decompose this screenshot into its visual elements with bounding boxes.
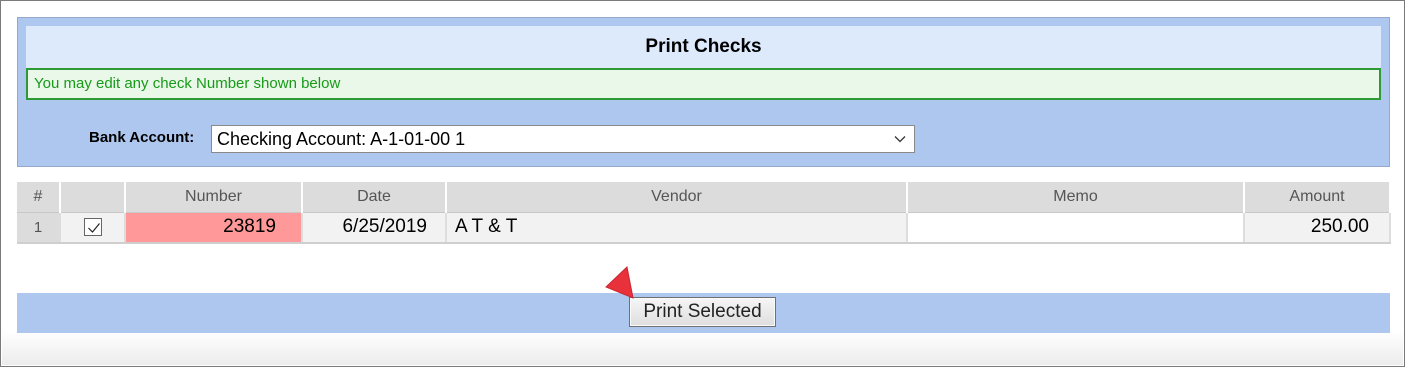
check-amount: 250.00 <box>1244 212 1391 244</box>
bank-account-value: Checking Account: A-1-01-00 1 <box>217 129 466 149</box>
bank-account-label: Bank Account: <box>89 129 195 146</box>
check-icon <box>87 223 100 234</box>
column-header-index: # <box>17 182 61 213</box>
column-header-date[interactable]: Date <box>302 182 447 213</box>
column-header-memo[interactable]: Memo <box>907 182 1245 213</box>
table-row: 1 23819 6/25/2019 A T & T 250.00 <box>17 212 1391 244</box>
bottom-fade <box>2 331 1403 365</box>
column-header-select <box>60 182 126 213</box>
column-header-number[interactable]: Number <box>125 182 303 213</box>
row-index: 1 <box>17 212 61 244</box>
check-memo <box>907 212 1245 244</box>
edit-notice: You may edit any check Number shown belo… <box>26 68 1381 100</box>
check-date: 6/25/2019 <box>302 212 447 244</box>
table-header-row: # Number Date Vendor Memo Amount <box>17 182 1391 213</box>
action-bar: Print Selected <box>17 293 1390 333</box>
check-number-field[interactable]: 23819 <box>125 212 303 244</box>
row-select-cell <box>60 212 126 244</box>
chevron-down-icon <box>894 136 906 143</box>
arrow-pointer-icon <box>605 266 634 299</box>
column-header-amount[interactable]: Amount <box>1244 182 1391 213</box>
check-vendor: A T & T <box>446 212 908 244</box>
column-header-vendor[interactable]: Vendor <box>446 182 908 213</box>
row-select-checkbox[interactable] <box>83 218 102 237</box>
page-title: Print Checks <box>26 26 1381 72</box>
print-selected-button[interactable]: Print Selected <box>629 297 776 327</box>
bank-account-select[interactable]: Checking Account: A-1-01-00 1 <box>211 125 915 153</box>
print-checks-panel: Print Checks You may edit any check Numb… <box>17 17 1390 167</box>
window-frame: Print Checks You may edit any check Numb… <box>0 0 1405 367</box>
checks-table: # Number Date Vendor Memo Amount 1 23819… <box>17 182 1391 244</box>
